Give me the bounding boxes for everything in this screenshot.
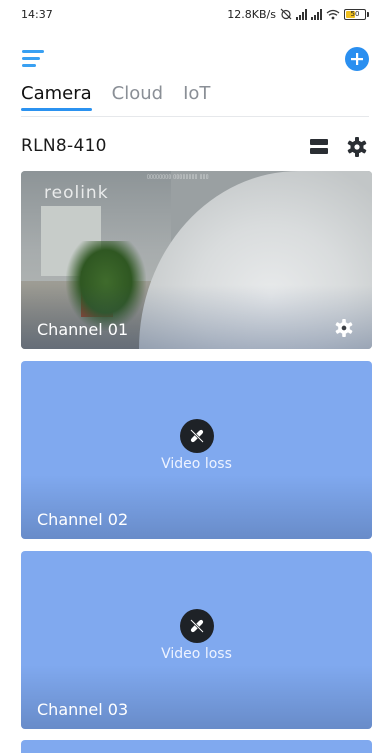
battery-tip xyxy=(367,11,369,17)
timestamp-overlay: ▯▯▯▯▯▯▯▯ ▯▯▯▯▯▯▯▯ ▯▯▯ xyxy=(147,174,209,180)
channel-card-02[interactable]: Video loss Channel 02 xyxy=(21,361,372,539)
channel-settings-icon[interactable] xyxy=(335,319,353,337)
wifi-icon xyxy=(326,9,340,19)
channel-label: Channel 03 xyxy=(37,700,129,719)
video-loss-icon xyxy=(179,419,214,453)
tab-iot[interactable]: IoT xyxy=(183,83,210,111)
battery-level: 50 xyxy=(350,9,360,18)
device-name: RLN8-410 xyxy=(21,136,107,156)
list-view-icon[interactable] xyxy=(310,139,328,155)
status-bar: 14:37 12.8KB/s 50 xyxy=(0,0,379,28)
video-loss-text: Video loss xyxy=(161,646,232,662)
channel-card-04-partial[interactable] xyxy=(21,740,372,753)
status-time: 14:37 xyxy=(21,8,53,21)
channel-label: Channel 02 xyxy=(37,510,129,529)
alarm-off-icon xyxy=(280,8,292,20)
plus-icon xyxy=(351,53,363,65)
network-speed: 12.8KB/s xyxy=(227,7,276,21)
tab-bar: Camera Cloud IoT xyxy=(21,83,210,111)
reolink-watermark: reolink xyxy=(44,183,109,203)
status-indicators: 12.8KB/s 50 xyxy=(227,6,369,22)
channel-card-03[interactable]: Video loss Channel 03 xyxy=(21,551,372,729)
cell-signal-2-icon xyxy=(311,8,322,20)
tab-cloud[interactable]: Cloud xyxy=(112,83,163,111)
battery-icon: 50 xyxy=(344,8,366,20)
tab-camera[interactable]: Camera xyxy=(21,83,92,111)
hamburger-menu-icon[interactable] xyxy=(22,50,44,68)
channel-label: Channel 01 xyxy=(37,320,129,339)
tab-divider xyxy=(21,116,369,117)
add-device-button[interactable] xyxy=(345,47,369,71)
channel-card-01[interactable]: ▯▯▯▯▯▯▯▯ ▯▯▯▯▯▯▯▯ ▯▯▯ reolink Channel 01 xyxy=(21,171,372,349)
video-loss-text: Video loss xyxy=(161,456,232,472)
video-loss-icon xyxy=(179,609,214,643)
device-header: RLN8-410 xyxy=(21,136,371,158)
device-settings-icon[interactable] xyxy=(347,137,367,157)
video-loss-indicator: Video loss xyxy=(21,419,372,472)
video-loss-indicator: Video loss xyxy=(21,609,372,662)
cell-signal-1-icon xyxy=(296,8,307,20)
